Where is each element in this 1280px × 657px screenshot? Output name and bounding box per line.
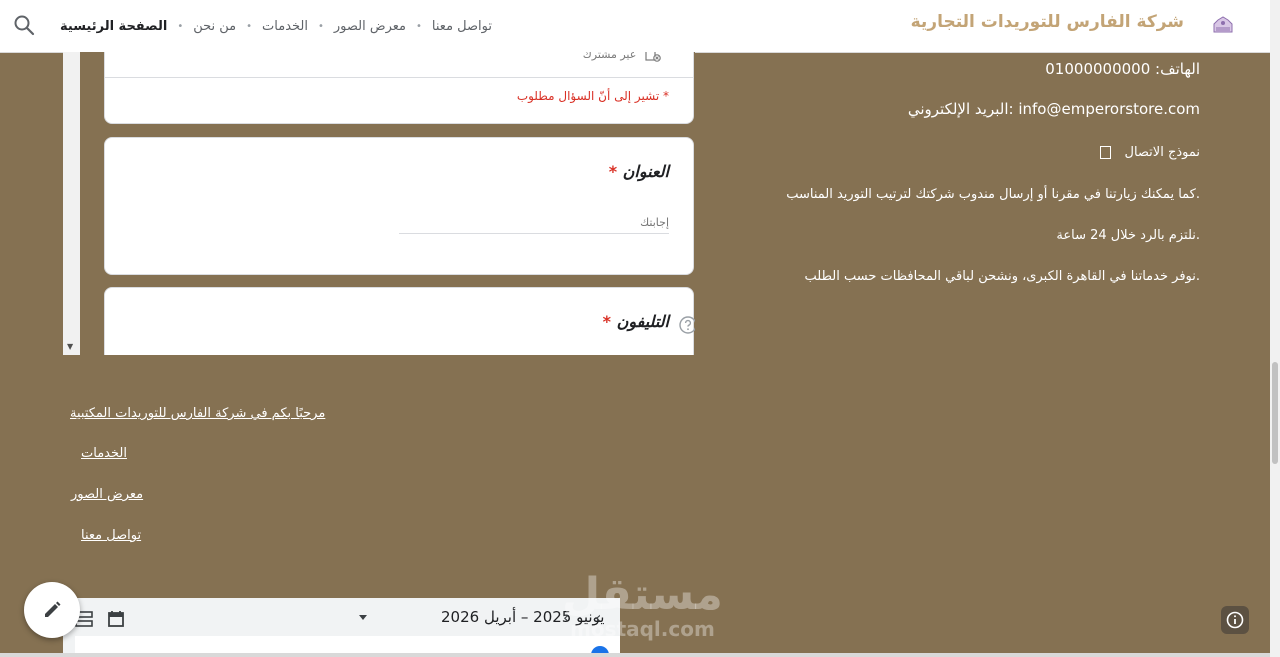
info-coverage: .نوفر خدماتنا في القاهرة الكبرى، ونشحن ل… xyxy=(804,269,1200,284)
question-address-card: العنوان * xyxy=(104,137,694,275)
question-phone-card: التليفون * xyxy=(104,287,695,355)
share-status: غير مشترك xyxy=(583,52,663,63)
watermark: مستقل mostaql.com xyxy=(562,569,723,641)
pencil-icon xyxy=(45,601,61,617)
info-visit: .كما يمكنك زيارتنا في مقرنا أو إرسال مند… xyxy=(786,187,1200,202)
cloud-off-icon xyxy=(645,52,661,62)
required-note: * تشير إلى أنّ السؤال مطلوب xyxy=(516,89,669,103)
scroll-down-arrow-icon[interactable]: ▼ xyxy=(67,342,73,351)
nav-contact[interactable]: تواصل معنا xyxy=(432,19,492,34)
main-nav: الصفحة الرئيسية • من نحن • الخدمات • معر… xyxy=(60,18,493,34)
scrollbar-thumb[interactable] xyxy=(1272,362,1278,464)
question-title: العنوان * xyxy=(608,162,669,181)
site-header: الصفحة الرئيسية • من نحن • الخدمات • معر… xyxy=(0,0,1270,53)
email-text: info@emperorstore.com :البريد الإلكتروني xyxy=(907,100,1200,118)
nav-services[interactable]: الخدمات xyxy=(262,19,308,34)
search-icon[interactable] xyxy=(12,13,36,37)
embedded-form: ▼ غير مشترك * تشير إلى أنّ السؤال مطلوب … xyxy=(63,52,695,355)
embedded-calendar: يونيو 2025 – أبريل 2026 ‹ ‹ xyxy=(63,598,620,657)
nav-home[interactable]: الصفحة الرئيسية xyxy=(60,19,167,34)
nav-about[interactable]: من نحن xyxy=(193,19,236,34)
form-scrollbar[interactable]: ▼ xyxy=(63,52,80,355)
footer-link-welcome[interactable]: مرحبًا بكم في شركة الفارس للتوريدات المك… xyxy=(70,406,325,421)
nav-gallery[interactable]: معرض الصور xyxy=(334,19,406,34)
page-scrollbar[interactable] xyxy=(1270,0,1280,657)
info-icon xyxy=(1226,611,1244,629)
footer-link-contact[interactable]: تواصل معنا xyxy=(81,528,141,543)
form-header-card: غير مشترك * تشير إلى أنّ السؤال مطلوب xyxy=(104,52,694,124)
footer-link-gallery[interactable]: معرض الصور xyxy=(71,487,143,502)
info-response: .نلتزم بالرد خلال 24 ساعة xyxy=(1056,228,1200,243)
contact-form-checkbox[interactable] xyxy=(1099,146,1111,159)
logo-icon[interactable] xyxy=(1212,14,1234,36)
site-title[interactable]: شركة الفارس للتوريدات التجارية xyxy=(911,12,1184,32)
contact-form-label[interactable]: نموذج الاتصال xyxy=(1099,145,1200,160)
address-answer-input[interactable] xyxy=(399,212,669,234)
footer-link-services[interactable]: الخدمات xyxy=(81,446,127,461)
question-title: التليفون * xyxy=(602,312,669,331)
edit-button[interactable] xyxy=(24,582,80,638)
calendar-icon[interactable] xyxy=(107,610,125,628)
help-icon[interactable] xyxy=(679,316,695,334)
calendar-toolbar: يونيو 2025 – أبريل 2026 ‹ ‹ xyxy=(63,598,620,636)
phone-text: الهاتف: 01000000000 xyxy=(1045,60,1200,78)
chevron-down-icon[interactable] xyxy=(359,615,367,620)
info-button[interactable] xyxy=(1221,606,1249,634)
